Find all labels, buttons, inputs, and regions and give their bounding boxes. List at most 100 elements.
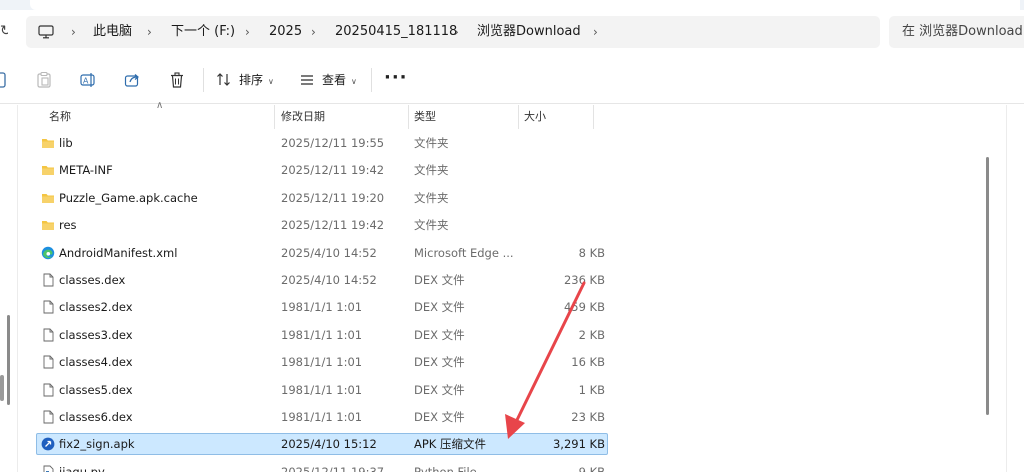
file-modified-date: 2025/4/10 15:12 — [281, 437, 377, 452]
file-modified-date: 2025/12/11 19:42 — [281, 218, 385, 233]
file-size: 8 KB — [578, 245, 605, 260]
file-modified-date: 1981/1/1 1:01 — [281, 382, 363, 397]
table-row[interactable]: classes5.dex 1981/1/1 1:01 DEX 文件 1 KB — [36, 379, 608, 401]
file-name: fix2_sign.apk — [59, 437, 135, 452]
file-type: 文件夹 — [414, 136, 449, 150]
column-header-type[interactable]: 类型 — [414, 105, 436, 129]
file-type: Microsoft Edge ... — [414, 245, 514, 260]
address-bar[interactable]: › 此电脑 › 下一个 (F:) › 2025 › 20250415_18111… — [26, 16, 880, 48]
paste-icon[interactable] — [33, 69, 55, 91]
chevron-down-icon: ∨ — [351, 77, 357, 86]
file-name: classes.dex — [59, 273, 126, 287]
nav-scrollbar-thumb[interactable] — [7, 315, 10, 405]
table-row-selected[interactable]: fix2_sign.apk 2025/4/10 15:12 APK 压缩文件 3,29… — [36, 433, 608, 456]
sort-icon[interactable] — [213, 69, 235, 91]
column-divider[interactable] — [274, 105, 275, 129]
breadcrumb-2025[interactable]: 2025 — [269, 16, 302, 48]
file-name: classes5.dex — [59, 382, 133, 397]
table-row[interactable]: jiagu.py 2025/12/11 19:37 Python File 9 KB — [36, 461, 608, 472]
share-icon[interactable] — [121, 69, 143, 91]
file-size: 1 KB — [578, 382, 605, 397]
table-row[interactable]: classes6.dex 1981/1/1 1:01 DEX 文件 23 KB — [36, 406, 608, 428]
file-size: 459 KB — [563, 300, 605, 315]
file-name: jiagu.py — [59, 464, 105, 472]
table-row[interactable]: Puzzle_Game.apk.cache 2025/12/11 19:20 文件夹 — [36, 187, 608, 209]
file-type: 文件夹 — [414, 190, 449, 205]
breadcrumb-this-pc[interactable]: 此电脑 — [93, 16, 132, 48]
chevron-right-icon[interactable]: › — [311, 16, 316, 48]
nav-scrollbar-thumb-outer[interactable] — [0, 375, 4, 401]
file-type: 文件夹 — [414, 163, 449, 178]
file-modified-date: 2025/4/10 14:52 — [281, 245, 377, 260]
file-size: 2 KB — [578, 327, 605, 342]
command-bar: A 排序 ∨ 查看 ∨ ··· — [0, 56, 1024, 104]
file-list: 名称 ∧ 修改日期 类型 大小 lib 2025/12/11 19:55 文件夹 ME… — [18, 100, 996, 472]
file-type: DEX 文件 — [414, 300, 465, 315]
view-label: 查看 — [322, 73, 347, 87]
chevron-right-icon[interactable]: › — [454, 16, 459, 48]
file-type: Python File — [414, 464, 477, 472]
file-type: DEX 文件 — [414, 327, 465, 342]
view-icon[interactable] — [296, 69, 318, 91]
file-modified-date: 2025/12/11 19:20 — [281, 190, 385, 205]
chevron-right-icon[interactable]: › — [245, 16, 250, 48]
chevron-right-icon[interactable]: › — [71, 16, 76, 48]
chevron-right-icon[interactable]: › — [593, 16, 598, 48]
file-modified-date: 1981/1/1 1:01 — [281, 355, 363, 370]
file-name: AndroidManifest.xml — [59, 245, 178, 260]
rename-icon[interactable]: A — [77, 69, 99, 91]
this-pc-icon[interactable] — [38, 25, 54, 39]
chevron-right-icon[interactable]: › — [147, 16, 152, 48]
file-modified-date: 2025/12/11 19:42 — [281, 163, 385, 178]
toolbar-divider — [203, 68, 204, 92]
file-name: classes2.dex — [59, 300, 133, 315]
table-row[interactable]: AndroidManifest.xml 2025/4/10 14:52 Micros… — [36, 242, 608, 264]
file-type: DEX 文件 — [414, 410, 465, 424]
view-button[interactable]: 查看 ∨ — [322, 70, 357, 92]
table-row[interactable]: classes3.dex 1981/1/1 1:01 DEX 文件 2 KB — [36, 324, 608, 346]
breadcrumb-20250415[interactable]: 20250415_181118 — [335, 16, 457, 48]
table-row[interactable]: META-INF 2025/12/11 19:42 文件夹 — [36, 159, 608, 181]
file-size: 236 KB — [563, 273, 605, 287]
file-type: DEX 文件 — [414, 355, 465, 370]
table-row[interactable]: classes2.dex 1981/1/1 1:01 DEX 文件 459 KB — [36, 296, 608, 318]
more-options-button[interactable]: ··· — [384, 68, 408, 88]
breadcrumb-browser-download[interactable]: 浏览器Download — [477, 16, 581, 48]
file-size: 23 KB — [571, 410, 605, 424]
breadcrumb-drive-f[interactable]: 下一个 (F:) — [171, 16, 235, 48]
file-type: 文件夹 — [414, 218, 449, 233]
sort-label: 排序 — [239, 73, 264, 87]
delete-icon[interactable] — [166, 69, 188, 91]
file-size: 16 KB — [571, 355, 605, 370]
file-type: DEX 文件 — [414, 273, 465, 287]
table-row[interactable]: res 2025/12/11 19:42 文件夹 — [36, 214, 608, 236]
column-divider[interactable] — [593, 105, 594, 129]
new-item-icon[interactable] — [0, 69, 10, 91]
file-name: classes6.dex — [59, 410, 133, 424]
file-name: META-INF — [59, 163, 113, 178]
toolbar-divider — [371, 68, 372, 92]
column-divider[interactable] — [518, 105, 519, 129]
navigation-pane[interactable] — [0, 105, 18, 472]
file-modified-date: 1981/1/1 1:01 — [281, 300, 363, 315]
vertical-scrollbar[interactable] — [986, 105, 1024, 472]
search-placeholder: 在 浏览器Download 中搜索 — [902, 24, 1024, 39]
table-row[interactable]: lib 2025/12/11 19:55 文件夹 — [36, 132, 608, 154]
address-row: ↻ › 此电脑 › 下一个 (F:) › 2025 › 20250415_181… — [0, 10, 1024, 54]
sort-button[interactable]: 排序 ∨ — [239, 70, 274, 92]
table-row[interactable]: classes4.dex 1981/1/1 1:01 DEX 文件 16 KB — [36, 351, 608, 373]
file-name: classes4.dex — [59, 355, 133, 370]
column-header-name[interactable]: 名称 — [49, 105, 71, 129]
column-divider[interactable] — [408, 105, 409, 129]
scrollbar-thumb[interactable] — [986, 157, 989, 415]
column-header-date[interactable]: 修改日期 — [281, 105, 325, 129]
file-name: classes3.dex — [59, 327, 133, 342]
column-header-size[interactable]: 大小 — [524, 105, 546, 129]
scrollbar-track — [1006, 105, 1007, 472]
search-input[interactable]: 在 浏览器Download 中搜索 — [889, 16, 1024, 48]
tab-bar — [0, 0, 1024, 10]
table-row[interactable]: classes.dex 2025/4/10 14:52 DEX 文件 236 KB — [36, 269, 608, 291]
file-name: Puzzle_Game.apk.cache — [59, 190, 198, 205]
svg-text:A: A — [83, 77, 89, 86]
refresh-icon[interactable]: ↻ — [0, 23, 8, 39]
